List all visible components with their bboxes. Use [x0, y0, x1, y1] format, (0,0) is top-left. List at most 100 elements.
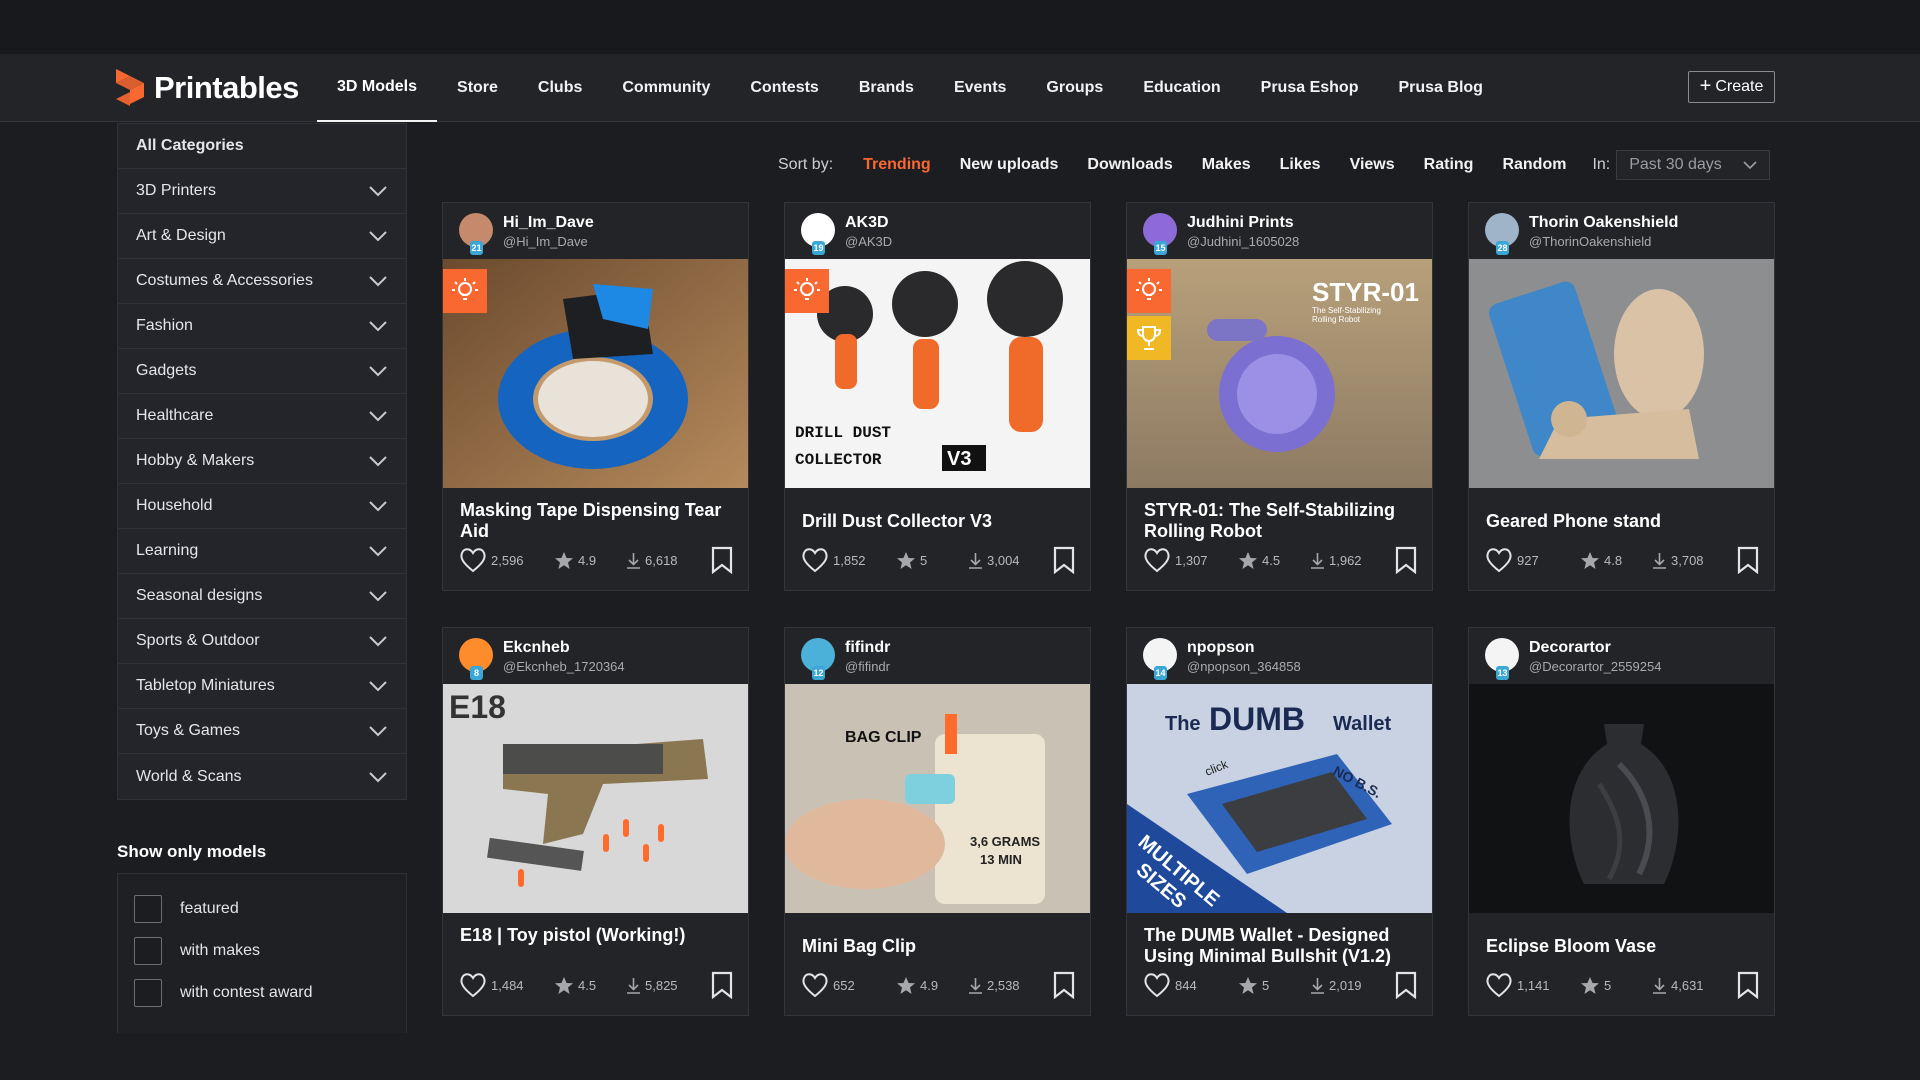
bookmark-icon[interactable] — [710, 546, 734, 574]
nav-prusa-blog[interactable]: Prusa Blog — [1378, 54, 1502, 122]
period-select[interactable]: Past 30 days — [1616, 150, 1771, 180]
nav-education[interactable]: Education — [1123, 54, 1240, 122]
heart-icon[interactable] — [459, 972, 487, 998]
category-item[interactable]: Fashion — [118, 304, 406, 349]
chevron-down-icon[interactable] — [368, 320, 388, 332]
model-card[interactable]: 13 Decorartor @Decorartor_2559254 Eclipse … — [1468, 627, 1775, 1016]
nav-prusa-eshop[interactable]: Prusa Eshop — [1241, 54, 1379, 122]
chevron-down-icon[interactable] — [368, 635, 388, 647]
chevron-down-icon[interactable] — [368, 500, 388, 512]
chevron-down-icon[interactable] — [368, 545, 388, 557]
model-card[interactable]: 21 Hi_Im_Dave @Hi_Im_Dave Masking Tape Dis… — [442, 202, 749, 591]
category-all[interactable]: All Categories — [118, 124, 406, 169]
author-name[interactable]: npopson — [1187, 639, 1255, 657]
sort-option-makes[interactable]: Makes — [1202, 156, 1251, 174]
printables-logo[interactable]: Printables — [116, 69, 299, 107]
nav-clubs[interactable]: Clubs — [518, 54, 602, 122]
card-author[interactable]: 12 fifindr @fifindr — [785, 628, 1090, 684]
nav-contests[interactable]: Contests — [730, 54, 838, 122]
chevron-down-icon[interactable] — [368, 185, 388, 197]
nav-3d-models[interactable]: 3D Models — [317, 54, 438, 122]
category-item[interactable]: Healthcare — [118, 394, 406, 439]
model-title[interactable]: The DUMB Wallet - Designed Using Minimal… — [1144, 925, 1419, 967]
card-author[interactable]: 21 Hi_Im_Dave @Hi_Im_Dave — [443, 203, 748, 259]
heart-icon[interactable] — [1143, 972, 1171, 998]
like-stat[interactable]: 1,141 — [1485, 972, 1580, 998]
nav-brands[interactable]: Brands — [839, 54, 934, 122]
filter-checkbox[interactable] — [134, 895, 162, 923]
sort-option-likes[interactable]: Likes — [1280, 156, 1321, 174]
model-card[interactable]: 15 Judhini Prints @Judhini_1605028 STYR-01… — [1126, 202, 1433, 591]
author-name[interactable]: Ekcnheb — [503, 639, 570, 657]
chevron-down-icon[interactable] — [368, 680, 388, 692]
chevron-down-icon[interactable] — [368, 275, 388, 287]
model-card[interactable]: 8 Ekcnheb @Ekcnheb_1720364 E18 E18 | Toy pi… — [442, 627, 749, 1016]
category-item[interactable]: Seasonal designs — [118, 574, 406, 619]
sort-option-views[interactable]: Views — [1350, 156, 1395, 174]
author-name[interactable]: Judhini Prints — [1187, 214, 1294, 232]
nav-community[interactable]: Community — [602, 54, 730, 122]
category-item[interactable]: World & Scans — [118, 754, 406, 799]
model-thumbnail[interactable]: The DUMB Wallet click NO B.S. MULTIPLE S… — [1127, 684, 1432, 913]
like-stat[interactable]: 1,307 — [1143, 547, 1238, 573]
category-item[interactable]: Hobby & Makers — [118, 439, 406, 484]
filter-option[interactable]: featured — [134, 888, 406, 930]
nav-groups[interactable]: Groups — [1026, 54, 1123, 122]
category-item[interactable]: Sports & Outdoor — [118, 619, 406, 664]
nav-events[interactable]: Events — [934, 54, 1026, 122]
model-thumbnail[interactable] — [1469, 259, 1774, 488]
sort-option-new-uploads[interactable]: New uploads — [960, 156, 1059, 174]
chevron-down-icon[interactable] — [368, 365, 388, 377]
chevron-down-icon[interactable] — [368, 410, 388, 422]
chevron-down-icon[interactable] — [368, 455, 388, 467]
category-item[interactable]: Art & Design — [118, 214, 406, 259]
bookmark-icon[interactable] — [1394, 546, 1418, 574]
author-name[interactable]: Thorin Oakenshield — [1529, 214, 1678, 232]
filter-checkbox[interactable] — [134, 979, 162, 1007]
category-item[interactable]: Toys & Games — [118, 709, 406, 754]
heart-icon[interactable] — [801, 972, 829, 998]
filter-checkbox[interactable] — [134, 937, 162, 965]
model-card[interactable]: 14 npopson @npopson_364858 The DUMB Wallet… — [1126, 627, 1433, 1016]
filter-option[interactable]: with contest award — [134, 972, 406, 1014]
category-item[interactable]: Tabletop Miniatures — [118, 664, 406, 709]
like-stat[interactable]: 1,484 — [459, 972, 554, 998]
create-button[interactable]: + Create — [1688, 71, 1775, 103]
model-card[interactable]: 12 fifindr @fifindr BAG CLIP 3,6 GRAMS 13 … — [784, 627, 1091, 1016]
chevron-down-icon[interactable] — [368, 230, 388, 242]
like-stat[interactable]: 844 — [1143, 972, 1238, 998]
heart-icon[interactable] — [1485, 547, 1513, 573]
model-thumbnail[interactable]: STYR-01 The Self-Stabilizing Rolling Rob… — [1127, 259, 1432, 488]
heart-icon[interactable] — [1485, 972, 1513, 998]
author-name[interactable]: Hi_Im_Dave — [503, 214, 594, 232]
model-title[interactable]: E18 | Toy pistol (Working!) — [460, 925, 735, 967]
model-thumbnail[interactable]: BAG CLIP 3,6 GRAMS 13 MIN — [785, 684, 1090, 913]
card-author[interactable]: 19 AK3D @AK3D — [785, 203, 1090, 259]
model-thumbnail[interactable] — [443, 259, 748, 488]
bookmark-icon[interactable] — [1736, 546, 1760, 574]
sort-option-random[interactable]: Random — [1502, 156, 1566, 174]
model-card[interactable]: 28 Thorin Oakenshield @ThorinOakenshield G… — [1468, 202, 1775, 591]
heart-icon[interactable] — [801, 547, 829, 573]
chevron-down-icon[interactable] — [368, 771, 388, 783]
category-item[interactable]: 3D Printers — [118, 169, 406, 214]
model-thumbnail[interactable]: DRILL DUST COLLECTOR V3 — [785, 259, 1090, 488]
like-stat[interactable]: 652 — [801, 972, 896, 998]
bookmark-icon[interactable] — [1052, 971, 1076, 999]
card-author[interactable]: 28 Thorin Oakenshield @ThorinOakenshield — [1469, 203, 1774, 259]
like-stat[interactable]: 1,852 — [801, 547, 896, 573]
category-item[interactable]: Costumes & Accessories — [118, 259, 406, 304]
card-author[interactable]: 13 Decorartor @Decorartor_2559254 — [1469, 628, 1774, 684]
sort-option-rating[interactable]: Rating — [1424, 156, 1474, 174]
heart-icon[interactable] — [1143, 547, 1171, 573]
bookmark-icon[interactable] — [1052, 546, 1076, 574]
author-name[interactable]: Decorartor — [1529, 639, 1611, 657]
model-title[interactable]: Masking Tape Dispensing Tear Aid — [460, 500, 735, 542]
sort-option-trending[interactable]: Trending — [863, 156, 931, 174]
chevron-down-icon[interactable] — [368, 590, 388, 602]
category-item[interactable]: Gadgets — [118, 349, 406, 394]
author-name[interactable]: AK3D — [845, 214, 889, 232]
bookmark-icon[interactable] — [710, 971, 734, 999]
like-stat[interactable]: 927 — [1485, 547, 1580, 573]
card-author[interactable]: 8 Ekcnheb @Ekcnheb_1720364 — [443, 628, 748, 684]
